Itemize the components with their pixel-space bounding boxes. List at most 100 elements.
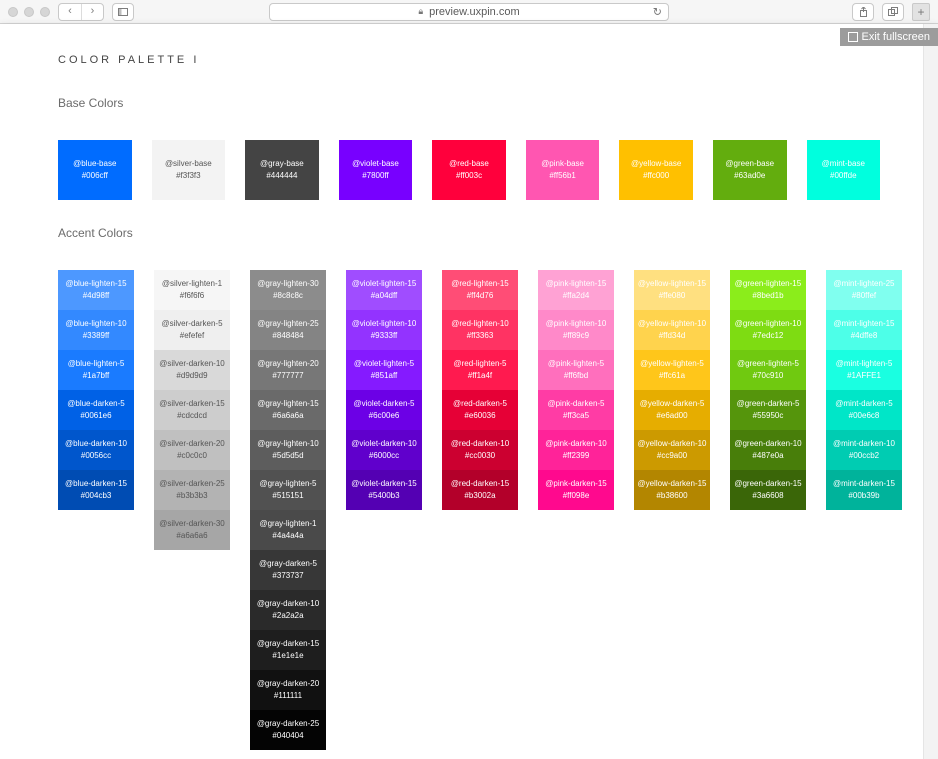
- color-swatch: @silver-darken-10#d9d9d9: [154, 350, 230, 390]
- reload-icon[interactable]: ↻: [653, 5, 662, 18]
- swatch-name: @blue-darken-5: [67, 398, 124, 410]
- color-swatch: @gray-lighten-15#6a6a6a: [250, 390, 326, 430]
- tabs-button[interactable]: [882, 3, 904, 21]
- swatch-hex: #6c00e6: [369, 410, 400, 422]
- swatch-hex: #4dffe8: [851, 330, 878, 342]
- swatch-hex: #ffc61a: [659, 370, 685, 382]
- color-swatch: @gray-darken-15#1e1e1e: [250, 630, 326, 670]
- swatch-hex: #ff098e: [563, 490, 590, 502]
- swatch-name: @pink-darken-10: [545, 438, 606, 450]
- swatch-name: @pink-lighten-10: [546, 318, 607, 330]
- swatch-name: @red-lighten-15: [451, 278, 508, 290]
- color-swatch: @red-lighten-5#ff1a4f: [442, 350, 518, 390]
- swatch-hex: #6000cc: [369, 450, 399, 462]
- swatch-hex: #cdcdcd: [177, 410, 207, 422]
- color-column: @green-lighten-15#8bed1b@green-lighten-1…: [730, 270, 806, 510]
- swatch-hex: #d9d9d9: [176, 370, 207, 382]
- address-bar-host: preview.uxpin.com: [429, 6, 520, 18]
- swatch-hex: #5400b3: [368, 490, 399, 502]
- swatch-hex: #848484: [272, 330, 303, 342]
- color-swatch: @red-darken-15#b3002a: [442, 470, 518, 510]
- color-swatch: @gray-lighten-1#4a4a4a: [250, 510, 326, 550]
- window-controls: [8, 7, 50, 17]
- swatch-name: @red-darken-10: [451, 438, 509, 450]
- color-swatch: @blue-darken-10#0056cc: [58, 430, 134, 470]
- swatch-name: @violet-darken-10: [351, 438, 416, 450]
- color-swatch: @mint-darken-5#00e6c8: [826, 390, 902, 430]
- swatch-name: @silver-darken-10: [159, 358, 224, 370]
- color-swatch: @green-lighten-10#7edc12: [730, 310, 806, 350]
- swatch-name: @gray-lighten-15: [257, 398, 318, 410]
- maximize-window-button[interactable]: [40, 7, 50, 17]
- new-tab-button[interactable]: +: [912, 3, 930, 21]
- color-column: @red-lighten-15#ff4d76@red-lighten-10#ff…: [442, 270, 518, 510]
- exit-fullscreen-button[interactable]: Exit fullscreen: [840, 28, 938, 46]
- swatch-name: @gray-lighten-25: [257, 318, 318, 330]
- swatch-name: @violet-lighten-10: [352, 318, 417, 330]
- color-column: @silver-lighten-1#f6f6f6@silver-darken-5…: [154, 270, 230, 550]
- share-button[interactable]: [852, 3, 874, 21]
- swatch-name: @gray-darken-5: [259, 558, 317, 570]
- swatch-name: @green-lighten-15: [735, 278, 801, 290]
- accent-colors-heading: Accent Colors: [58, 226, 880, 240]
- scrollbar-track[interactable]: [923, 24, 938, 759]
- color-swatch: @blue-darken-5#0061e6: [58, 390, 134, 430]
- swatch-hex: #2a2a2a: [272, 610, 303, 622]
- swatch-hex: #55950c: [753, 410, 784, 422]
- color-swatch: @yellow-darken-15#b38600: [634, 470, 710, 510]
- swatch-name: @gray-lighten-30: [257, 278, 318, 290]
- swatch-name: @yellow-lighten-15: [638, 278, 706, 290]
- close-window-button[interactable]: [8, 7, 18, 17]
- swatch-hex: #7800ff: [362, 170, 389, 182]
- swatch-name: @gray-darken-25: [257, 718, 319, 730]
- swatch-hex: #cc9a00: [657, 450, 687, 462]
- back-button[interactable]: ‹: [59, 4, 81, 20]
- color-swatch: @blue-base#006cff: [58, 140, 132, 200]
- base-colors-row: @blue-base#006cff @silver-base#f3f3f3 @gra…: [58, 140, 880, 200]
- address-bar[interactable]: 🔒︎ preview.uxpin.com ↻: [269, 3, 669, 21]
- color-swatch: @yellow-lighten-5#ffc61a: [634, 350, 710, 390]
- swatch-name: @green-lighten-10: [735, 318, 801, 330]
- color-swatch: @gray-base#444444: [245, 140, 319, 200]
- color-column: @yellow-lighten-15#ffe080 @yellow-lighten…: [634, 270, 710, 510]
- swatch-hex: #ff2399: [563, 450, 590, 462]
- swatch-name: @pink-darken-15: [545, 478, 606, 490]
- color-swatch: @gray-lighten-5#515151: [250, 470, 326, 510]
- page-viewport: COLOR PALETTE I Base Colors @blue-base#0…: [0, 24, 938, 759]
- swatch-name: @yellow-darken-5: [640, 398, 705, 410]
- swatch-name: @silver-darken-20: [159, 438, 224, 450]
- swatch-name: @yellow-darken-15: [637, 478, 706, 490]
- swatch-name: @pink-lighten-15: [546, 278, 607, 290]
- swatch-name: @red-lighten-5: [453, 358, 506, 370]
- color-swatch: @silver-base#f3f3f3: [152, 140, 226, 200]
- swatch-hex: #ffe080: [659, 290, 686, 302]
- forward-button[interactable]: ›: [81, 4, 103, 20]
- swatch-name: @yellow-base: [631, 158, 681, 170]
- swatch-hex: #373737: [272, 570, 303, 582]
- swatch-hex: #4d98ff: [83, 290, 110, 302]
- swatch-hex: #ff4d76: [467, 290, 494, 302]
- swatch-name: @yellow-lighten-5: [640, 358, 704, 370]
- color-swatch: @mint-lighten-5#1AFFE1: [826, 350, 902, 390]
- color-swatch: @mint-darken-10#00ccb2: [826, 430, 902, 470]
- swatch-name: @green-darken-10: [734, 438, 801, 450]
- color-swatch: @blue-lighten-5#1a7bff: [58, 350, 134, 390]
- color-swatch: @gray-lighten-25#848484: [250, 310, 326, 350]
- swatch-hex: #b38600: [656, 490, 687, 502]
- browser-toolbar: ‹ › 🔒︎ preview.uxpin.com ↻ +: [0, 0, 938, 24]
- swatch-name: @mint-darken-5: [835, 398, 892, 410]
- swatch-hex: #ff3ca5: [563, 410, 589, 422]
- color-swatch: @red-base#ff003c: [432, 140, 506, 200]
- swatch-name: @red-darken-15: [451, 478, 509, 490]
- swatch-name: @yellow-lighten-10: [638, 318, 706, 330]
- swatch-hex: #ff003c: [456, 170, 482, 182]
- swatch-hex: #9333ff: [371, 330, 398, 342]
- swatch-hex: #f3f3f3: [176, 170, 200, 182]
- fullscreen-icon: [848, 32, 858, 42]
- minimize-window-button[interactable]: [24, 7, 34, 17]
- color-swatch: @gray-lighten-10#5d5d5d: [250, 430, 326, 470]
- color-swatch: @blue-lighten-10#3389ff: [58, 310, 134, 350]
- swatch-hex: #a6a6a6: [176, 530, 207, 542]
- sidebar-toggle-button[interactable]: [112, 3, 134, 21]
- color-swatch: @gray-lighten-20#777777: [250, 350, 326, 390]
